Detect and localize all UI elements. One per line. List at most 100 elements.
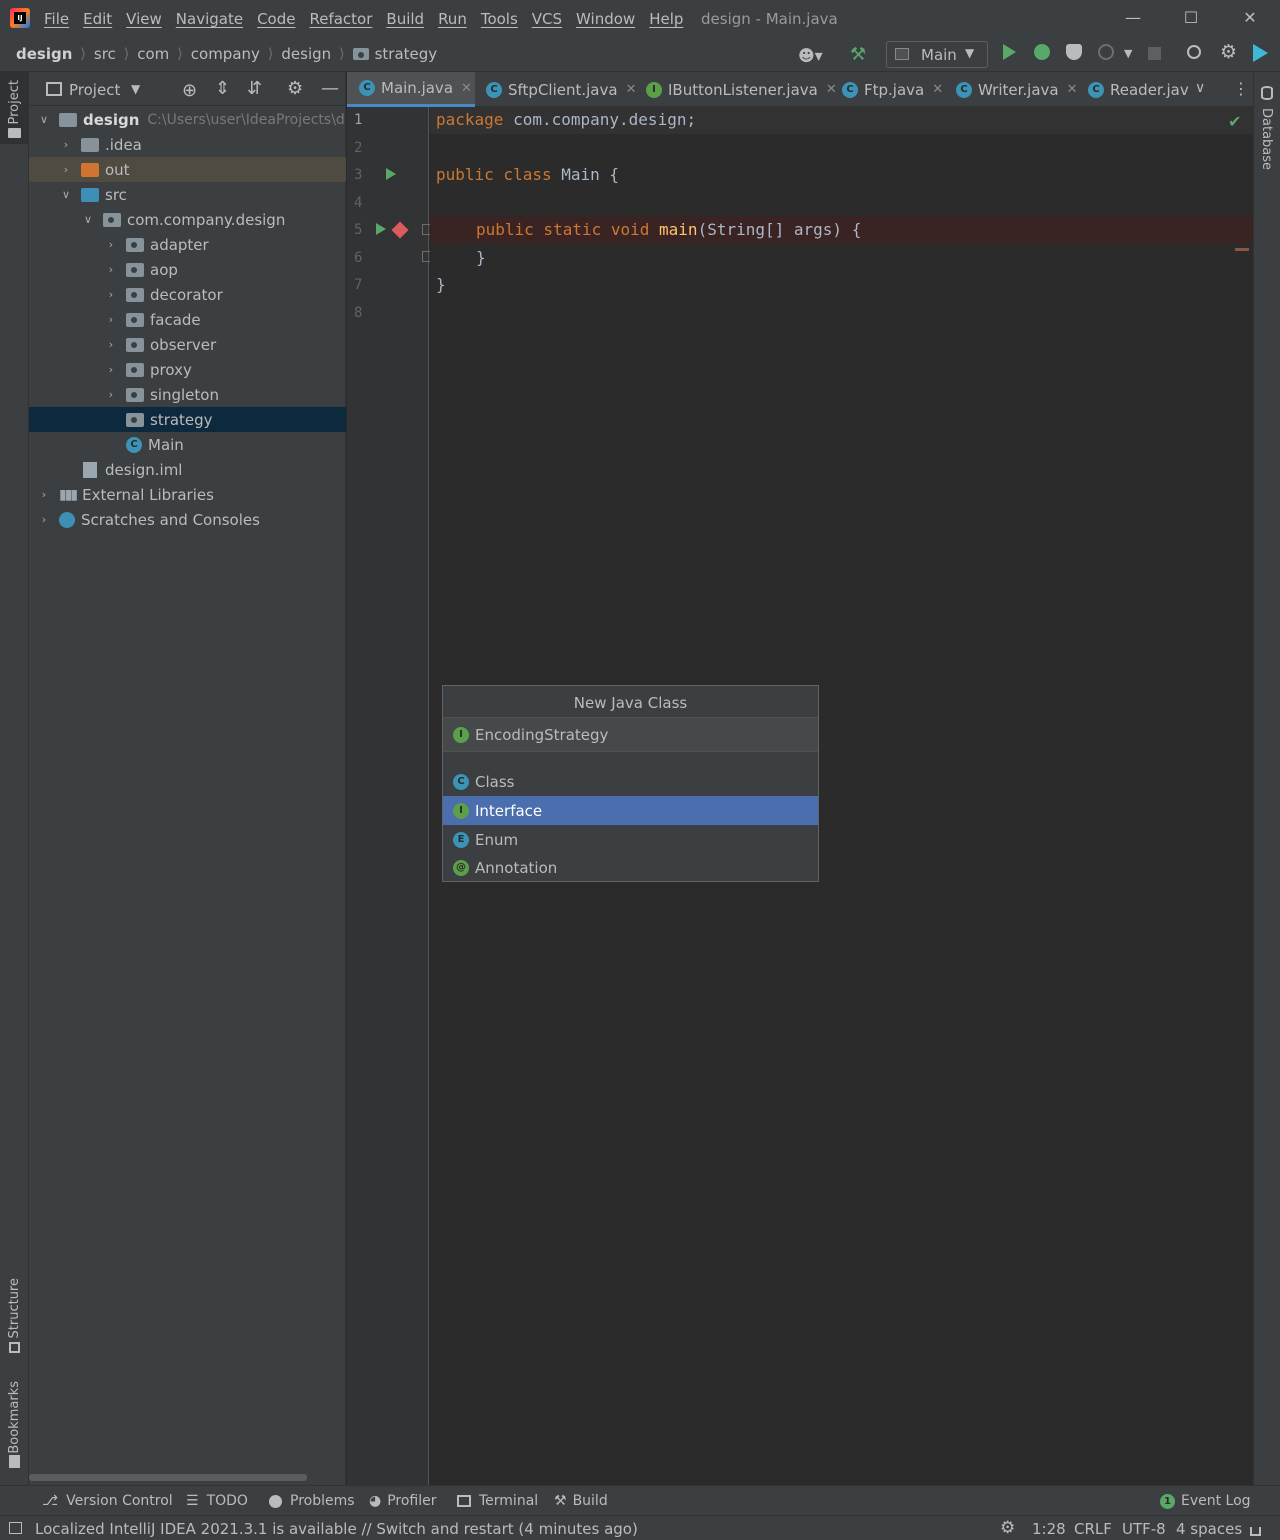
close-tab-icon[interactable]: ✕ — [626, 82, 637, 97]
tree-item-scratches[interactable]: › Scratches and Consoles — [29, 507, 346, 532]
tree-item-decorator[interactable]: › decorator — [29, 282, 346, 307]
tree-item-main[interactable]: C Main — [29, 432, 346, 457]
tree-item-out[interactable]: › out — [29, 157, 346, 182]
tree-item-singleton[interactable]: › singleton — [29, 382, 346, 407]
tool-build[interactable]: ⚒ Build — [554, 1493, 608, 1509]
database-tool-tab[interactable]: Database — [1254, 80, 1280, 170]
tab-ibuttonlistener-java[interactable]: I IButtonListener.java ✕ — [646, 72, 837, 107]
tree-item-strategy[interactable]: strategy — [29, 407, 346, 432]
breadcrumb-com[interactable]: com — [137, 45, 169, 63]
collapse-all-icon[interactable]: ⇵ — [247, 78, 262, 99]
unlock-icon[interactable] — [1250, 1527, 1261, 1536]
expand-all-icon[interactable]: ⇕ — [215, 78, 230, 99]
menu-file[interactable]: File — [44, 10, 69, 28]
chevron-right-icon[interactable]: › — [104, 388, 118, 401]
chevron-down-icon[interactable]: ∨ — [81, 213, 95, 226]
tool-problems[interactable]: Problems — [269, 1493, 355, 1509]
tree-item-aop[interactable]: › aop — [29, 257, 346, 282]
project-view-dropdown-icon[interactable]: ▼ — [131, 82, 140, 96]
breadcrumb-src[interactable]: src — [94, 45, 116, 63]
tab-main-java[interactable]: C Main.java ✕ — [347, 72, 475, 107]
chevron-right-icon[interactable]: › — [104, 288, 118, 301]
tree-item-proxy[interactable]: › proxy — [29, 357, 346, 382]
breadcrumb-design-pkg[interactable]: design — [281, 45, 331, 63]
tree-item-src[interactable]: ∨ src — [29, 182, 346, 207]
tab-writer-java[interactable]: C Writer.java ✕ — [956, 72, 1078, 107]
close-tab-icon[interactable]: ✕ — [826, 82, 837, 97]
close-tab-icon[interactable]: ✕ — [461, 81, 472, 96]
tree-item-facade[interactable]: › facade — [29, 307, 346, 332]
tool-terminal[interactable]: Terminal — [457, 1493, 538, 1509]
line-separator[interactable]: CRLF — [1074, 1520, 1112, 1538]
chevron-down-icon[interactable]: ∨ — [59, 188, 73, 201]
toggle-tool-windows-icon[interactable] — [9, 1522, 22, 1534]
chevron-right-icon[interactable]: › — [104, 363, 118, 376]
option-interface[interactable]: I Interface — [443, 796, 818, 825]
option-enum[interactable]: E Enum — [443, 825, 818, 854]
stop-icon[interactable] — [1148, 47, 1161, 60]
chevron-right-icon[interactable]: › — [104, 338, 118, 351]
code-with-me-icon[interactable] — [1253, 44, 1268, 62]
chevron-right-icon[interactable]: › — [59, 163, 73, 176]
run-gutter-icon[interactable] — [386, 168, 396, 180]
profiler-icon[interactable] — [1098, 44, 1114, 60]
menu-edit[interactable]: Edit — [83, 10, 112, 28]
tool-version-control[interactable]: ⎇ Version Control — [42, 1493, 173, 1509]
build-hammer-icon[interactable]: ⚒ — [850, 44, 866, 65]
tool-event-log[interactable]: 1 Event Log — [1160, 1493, 1251, 1509]
indent-setting[interactable]: 4 spaces — [1176, 1520, 1242, 1538]
menu-help[interactable]: Help — [649, 10, 683, 28]
run-gutter-icon[interactable] — [376, 223, 386, 235]
caret-position[interactable]: 1:28 — [1032, 1520, 1066, 1538]
close-tab-icon[interactable]: ✕ — [932, 82, 943, 97]
tree-item-root-design[interactable]: ∨ design C:\Users\user\IdeaProjects\d — [29, 107, 346, 132]
chevron-right-icon[interactable]: › — [104, 263, 118, 276]
background-tasks-gear-icon[interactable]: ⚙ — [1000, 1518, 1015, 1538]
maximize-icon[interactable]: ☐ — [1181, 8, 1201, 28]
breakpoint-icon[interactable] — [391, 221, 409, 239]
inspection-ok-icon[interactable]: ✔ — [1228, 112, 1241, 131]
status-message[interactable]: Localized IntelliJ IDEA 2021.3.1 is avai… — [35, 1520, 638, 1538]
error-stripe-marker[interactable] — [1235, 248, 1249, 251]
debug-icon[interactable] — [1034, 44, 1050, 60]
run-icon[interactable] — [1003, 44, 1016, 60]
menu-build[interactable]: Build — [386, 10, 424, 28]
tree-item-idea[interactable]: › .idea — [29, 132, 346, 157]
close-icon[interactable]: ✕ — [1240, 8, 1260, 28]
tree-item-adapter[interactable]: › adapter — [29, 232, 346, 257]
chevron-right-icon[interactable]: › — [37, 488, 51, 501]
breadcrumb-design[interactable]: design — [16, 45, 72, 63]
minimize-icon[interactable]: — — [1123, 8, 1143, 28]
chevron-right-icon[interactable]: › — [104, 238, 118, 251]
more-options-icon[interactable]: ⋮ — [1233, 79, 1249, 98]
breadcrumb-company[interactable]: company — [191, 45, 260, 63]
tool-todo[interactable]: ☰ TODO — [186, 1493, 248, 1509]
project-panel-title[interactable]: Project — [69, 81, 120, 99]
chevron-right-icon[interactable]: › — [37, 513, 51, 526]
tree-item-design-iml[interactable]: design.iml — [29, 457, 346, 482]
more-run-chevron-icon[interactable]: ▼ — [1124, 47, 1132, 60]
panel-settings-gear-icon[interactable]: ⚙ — [287, 78, 303, 99]
menu-vcs[interactable]: VCS — [532, 10, 562, 28]
tree-item-com-company-design[interactable]: ∨ com.company.design — [29, 207, 346, 232]
menu-view[interactable]: View — [126, 10, 162, 28]
class-name-input[interactable] — [475, 725, 775, 744]
menu-tools[interactable]: Tools — [481, 10, 518, 28]
menu-window[interactable]: Window — [576, 10, 635, 28]
option-annotation[interactable]: @ Annotation — [443, 853, 818, 882]
menu-navigate[interactable]: Navigate — [176, 10, 243, 28]
class-name-field[interactable]: I — [443, 718, 818, 752]
settings-gear-icon[interactable]: ⚙ — [1220, 41, 1237, 63]
tree-item-observer[interactable]: › observer — [29, 332, 346, 357]
locate-file-icon[interactable]: ⊕ — [182, 80, 197, 101]
search-icon[interactable] — [1187, 45, 1201, 59]
hide-panel-icon[interactable]: — — [321, 78, 339, 99]
tool-profiler[interactable]: ◕ Profiler — [369, 1493, 437, 1509]
tab-list-chevron-icon[interactable]: ∨ — [1195, 80, 1205, 96]
menu-refactor[interactable]: Refactor — [309, 10, 372, 28]
menu-run[interactable]: Run — [438, 10, 467, 28]
tab-ftp-java[interactable]: C Ftp.java ✕ — [842, 72, 943, 107]
close-tab-icon[interactable]: ✕ — [1067, 82, 1078, 97]
file-encoding[interactable]: UTF-8 — [1122, 1520, 1166, 1538]
user-account-icon[interactable]: ☻▾ — [798, 46, 823, 65]
